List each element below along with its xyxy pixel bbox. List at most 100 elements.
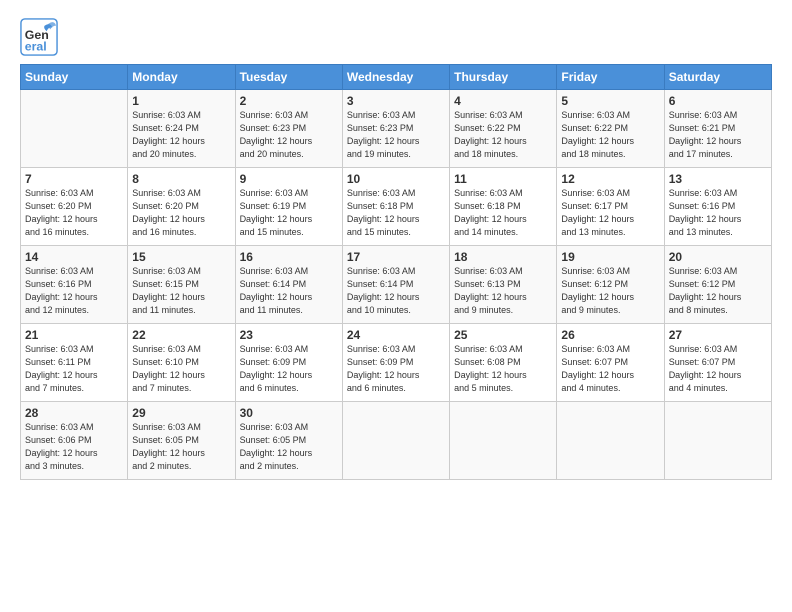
header: Gen eral <box>20 18 772 56</box>
header-cell-saturday: Saturday <box>664 65 771 90</box>
calendar-cell: 22Sunrise: 6:03 AM Sunset: 6:10 PM Dayli… <box>128 324 235 402</box>
day-number: 14 <box>25 250 123 264</box>
calendar-cell: 15Sunrise: 6:03 AM Sunset: 6:15 PM Dayli… <box>128 246 235 324</box>
day-info: Sunrise: 6:03 AM Sunset: 6:11 PM Dayligh… <box>25 343 123 395</box>
header-row: SundayMondayTuesdayWednesdayThursdayFrid… <box>21 65 772 90</box>
calendar-cell: 1Sunrise: 6:03 AM Sunset: 6:24 PM Daylig… <box>128 90 235 168</box>
week-row-1: 1Sunrise: 6:03 AM Sunset: 6:24 PM Daylig… <box>21 90 772 168</box>
day-number: 9 <box>240 172 338 186</box>
day-number: 6 <box>669 94 767 108</box>
calendar-cell: 13Sunrise: 6:03 AM Sunset: 6:16 PM Dayli… <box>664 168 771 246</box>
calendar-cell: 14Sunrise: 6:03 AM Sunset: 6:16 PM Dayli… <box>21 246 128 324</box>
day-number: 24 <box>347 328 445 342</box>
day-number: 22 <box>132 328 230 342</box>
day-info: Sunrise: 6:03 AM Sunset: 6:16 PM Dayligh… <box>669 187 767 239</box>
calendar-cell: 9Sunrise: 6:03 AM Sunset: 6:19 PM Daylig… <box>235 168 342 246</box>
day-info: Sunrise: 6:03 AM Sunset: 6:05 PM Dayligh… <box>240 421 338 473</box>
day-info: Sunrise: 6:03 AM Sunset: 6:08 PM Dayligh… <box>454 343 552 395</box>
calendar-cell: 18Sunrise: 6:03 AM Sunset: 6:13 PM Dayli… <box>450 246 557 324</box>
day-info: Sunrise: 6:03 AM Sunset: 6:18 PM Dayligh… <box>454 187 552 239</box>
day-number: 10 <box>347 172 445 186</box>
day-number: 15 <box>132 250 230 264</box>
logo: Gen eral <box>20 18 62 56</box>
calendar-cell <box>21 90 128 168</box>
calendar-cell: 8Sunrise: 6:03 AM Sunset: 6:20 PM Daylig… <box>128 168 235 246</box>
day-number: 5 <box>561 94 659 108</box>
week-row-5: 28Sunrise: 6:03 AM Sunset: 6:06 PM Dayli… <box>21 402 772 480</box>
calendar-cell: 7Sunrise: 6:03 AM Sunset: 6:20 PM Daylig… <box>21 168 128 246</box>
day-number: 8 <box>132 172 230 186</box>
calendar-cell <box>557 402 664 480</box>
day-info: Sunrise: 6:03 AM Sunset: 6:16 PM Dayligh… <box>25 265 123 317</box>
calendar-cell: 25Sunrise: 6:03 AM Sunset: 6:08 PM Dayli… <box>450 324 557 402</box>
day-info: Sunrise: 6:03 AM Sunset: 6:19 PM Dayligh… <box>240 187 338 239</box>
day-info: Sunrise: 6:03 AM Sunset: 6:15 PM Dayligh… <box>132 265 230 317</box>
calendar-cell: 2Sunrise: 6:03 AM Sunset: 6:23 PM Daylig… <box>235 90 342 168</box>
header-cell-thursday: Thursday <box>450 65 557 90</box>
calendar-cell: 20Sunrise: 6:03 AM Sunset: 6:12 PM Dayli… <box>664 246 771 324</box>
calendar-header: SundayMondayTuesdayWednesdayThursdayFrid… <box>21 65 772 90</box>
day-number: 17 <box>347 250 445 264</box>
page: Gen eral SundayMondayTuesdayWednesdayThu… <box>0 0 792 612</box>
logo-icon: Gen eral <box>20 18 58 56</box>
day-info: Sunrise: 6:03 AM Sunset: 6:09 PM Dayligh… <box>240 343 338 395</box>
week-row-3: 14Sunrise: 6:03 AM Sunset: 6:16 PM Dayli… <box>21 246 772 324</box>
calendar-cell <box>450 402 557 480</box>
day-number: 7 <box>25 172 123 186</box>
calendar-cell: 3Sunrise: 6:03 AM Sunset: 6:23 PM Daylig… <box>342 90 449 168</box>
day-info: Sunrise: 6:03 AM Sunset: 6:13 PM Dayligh… <box>454 265 552 317</box>
day-number: 26 <box>561 328 659 342</box>
day-info: Sunrise: 6:03 AM Sunset: 6:20 PM Dayligh… <box>132 187 230 239</box>
day-number: 27 <box>669 328 767 342</box>
calendar-cell: 11Sunrise: 6:03 AM Sunset: 6:18 PM Dayli… <box>450 168 557 246</box>
day-info: Sunrise: 6:03 AM Sunset: 6:10 PM Dayligh… <box>132 343 230 395</box>
day-number: 21 <box>25 328 123 342</box>
day-info: Sunrise: 6:03 AM Sunset: 6:07 PM Dayligh… <box>669 343 767 395</box>
day-number: 25 <box>454 328 552 342</box>
calendar-cell: 27Sunrise: 6:03 AM Sunset: 6:07 PM Dayli… <box>664 324 771 402</box>
day-info: Sunrise: 6:03 AM Sunset: 6:22 PM Dayligh… <box>561 109 659 161</box>
day-info: Sunrise: 6:03 AM Sunset: 6:20 PM Dayligh… <box>25 187 123 239</box>
header-cell-monday: Monday <box>128 65 235 90</box>
header-cell-wednesday: Wednesday <box>342 65 449 90</box>
day-number: 29 <box>132 406 230 420</box>
day-info: Sunrise: 6:03 AM Sunset: 6:23 PM Dayligh… <box>240 109 338 161</box>
day-info: Sunrise: 6:03 AM Sunset: 6:12 PM Dayligh… <box>669 265 767 317</box>
calendar-cell: 6Sunrise: 6:03 AM Sunset: 6:21 PM Daylig… <box>664 90 771 168</box>
calendar-cell: 10Sunrise: 6:03 AM Sunset: 6:18 PM Dayli… <box>342 168 449 246</box>
day-info: Sunrise: 6:03 AM Sunset: 6:14 PM Dayligh… <box>240 265 338 317</box>
day-info: Sunrise: 6:03 AM Sunset: 6:17 PM Dayligh… <box>561 187 659 239</box>
calendar-body: 1Sunrise: 6:03 AM Sunset: 6:24 PM Daylig… <box>21 90 772 480</box>
day-number: 18 <box>454 250 552 264</box>
calendar-cell: 26Sunrise: 6:03 AM Sunset: 6:07 PM Dayli… <box>557 324 664 402</box>
day-number: 30 <box>240 406 338 420</box>
day-number: 2 <box>240 94 338 108</box>
header-cell-sunday: Sunday <box>21 65 128 90</box>
day-info: Sunrise: 6:03 AM Sunset: 6:23 PM Dayligh… <box>347 109 445 161</box>
calendar-cell: 4Sunrise: 6:03 AM Sunset: 6:22 PM Daylig… <box>450 90 557 168</box>
day-number: 12 <box>561 172 659 186</box>
week-row-2: 7Sunrise: 6:03 AM Sunset: 6:20 PM Daylig… <box>21 168 772 246</box>
calendar-cell: 19Sunrise: 6:03 AM Sunset: 6:12 PM Dayli… <box>557 246 664 324</box>
calendar-cell: 28Sunrise: 6:03 AM Sunset: 6:06 PM Dayli… <box>21 402 128 480</box>
header-cell-tuesday: Tuesday <box>235 65 342 90</box>
day-info: Sunrise: 6:03 AM Sunset: 6:22 PM Dayligh… <box>454 109 552 161</box>
svg-text:eral: eral <box>25 39 47 53</box>
calendar-cell: 21Sunrise: 6:03 AM Sunset: 6:11 PM Dayli… <box>21 324 128 402</box>
calendar-cell: 23Sunrise: 6:03 AM Sunset: 6:09 PM Dayli… <box>235 324 342 402</box>
header-cell-friday: Friday <box>557 65 664 90</box>
day-number: 1 <box>132 94 230 108</box>
calendar-cell <box>342 402 449 480</box>
day-number: 28 <box>25 406 123 420</box>
calendar-cell: 12Sunrise: 6:03 AM Sunset: 6:17 PM Dayli… <box>557 168 664 246</box>
day-info: Sunrise: 6:03 AM Sunset: 6:07 PM Dayligh… <box>561 343 659 395</box>
calendar-table: SundayMondayTuesdayWednesdayThursdayFrid… <box>20 64 772 480</box>
day-number: 16 <box>240 250 338 264</box>
day-info: Sunrise: 6:03 AM Sunset: 6:09 PM Dayligh… <box>347 343 445 395</box>
day-info: Sunrise: 6:03 AM Sunset: 6:14 PM Dayligh… <box>347 265 445 317</box>
week-row-4: 21Sunrise: 6:03 AM Sunset: 6:11 PM Dayli… <box>21 324 772 402</box>
day-info: Sunrise: 6:03 AM Sunset: 6:24 PM Dayligh… <box>132 109 230 161</box>
calendar-cell: 5Sunrise: 6:03 AM Sunset: 6:22 PM Daylig… <box>557 90 664 168</box>
calendar-cell <box>664 402 771 480</box>
day-number: 19 <box>561 250 659 264</box>
